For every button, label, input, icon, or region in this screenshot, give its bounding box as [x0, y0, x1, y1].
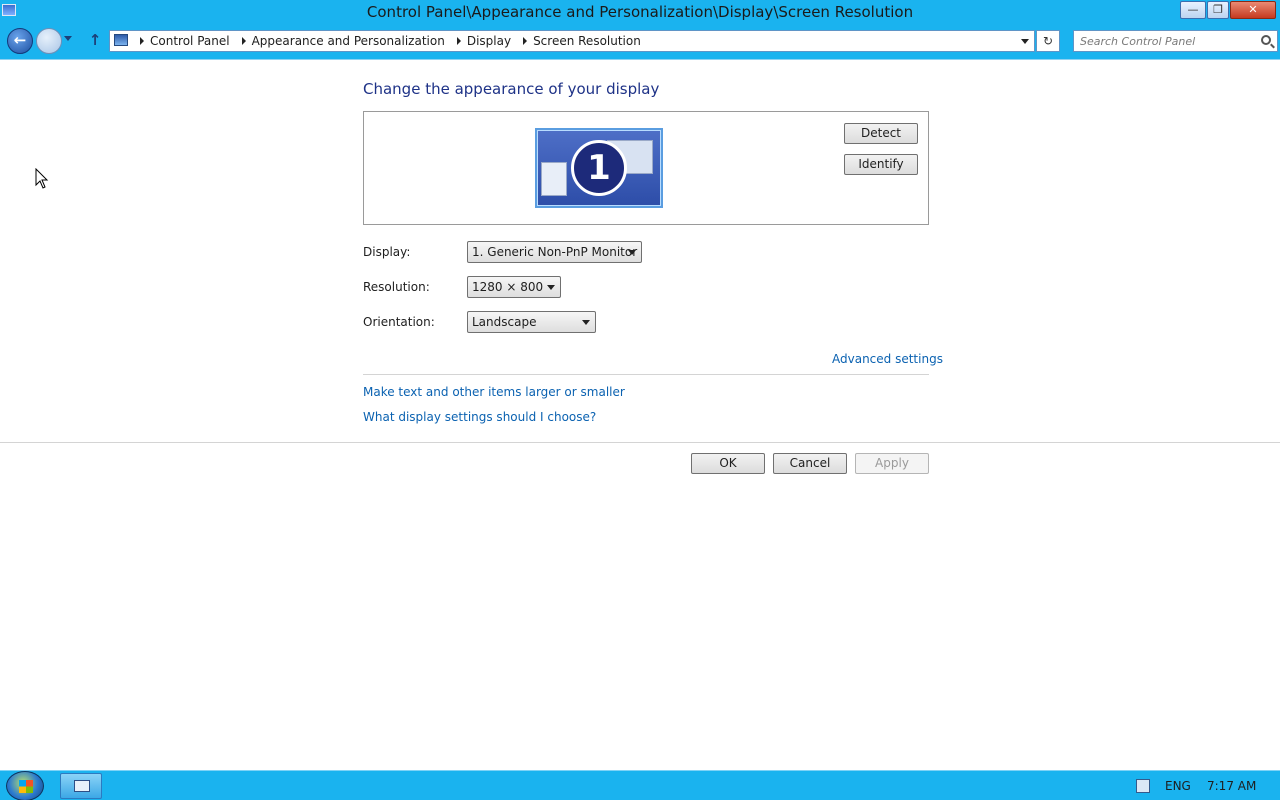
breadcrumb-separator-icon[interactable] [140, 36, 144, 45]
ok-button[interactable]: OK [691, 453, 765, 474]
identify-button[interactable]: Identify [844, 154, 918, 175]
resolution-select-value: 1280 × 800 [472, 280, 544, 294]
search-box[interactable] [1073, 30, 1278, 52]
up-button[interactable]: ↑ [87, 32, 103, 50]
minimize-button[interactable]: — [1180, 1, 1206, 19]
display-select[interactable]: 1. Generic Non-PnP Monitor [467, 241, 642, 263]
control-panel-icon [114, 34, 128, 46]
display-settings-icon [74, 780, 90, 792]
resolution-select[interactable]: 1280 × 800 [467, 276, 561, 298]
chevron-down-icon [628, 250, 636, 255]
advanced-settings-link[interactable]: Advanced settings [832, 352, 943, 366]
text-size-link[interactable]: Make text and other items larger or smal… [363, 385, 625, 399]
maximize-button[interactable]: ❐ [1207, 1, 1229, 19]
search-icon[interactable] [1261, 35, 1271, 45]
orientation-select[interactable]: Landscape [467, 311, 596, 333]
address-bar[interactable]: Control Panel Appearance and Personalizat… [109, 30, 1035, 52]
back-button[interactable]: ← [7, 28, 33, 54]
network-icon[interactable] [1136, 779, 1150, 793]
breadcrumb-screen-resolution[interactable]: Screen Resolution [533, 34, 641, 48]
refresh-button[interactable]: ↻ [1036, 30, 1060, 52]
cancel-button[interactable]: Cancel [773, 453, 847, 474]
chevron-down-icon [547, 285, 555, 290]
display-help-link[interactable]: What display settings should I choose? [363, 410, 596, 424]
navigation-bar: ← ↑ Control Panel Appearance and Personal… [0, 24, 1280, 60]
breadcrumb-separator-icon[interactable] [241, 36, 246, 45]
chevron-down-icon [582, 320, 590, 325]
footer-divider [0, 442, 1280, 443]
breadcrumb-display[interactable]: Display [467, 34, 511, 48]
display-select-value: 1. Generic Non-PnP Monitor [472, 245, 638, 259]
breadcrumb: Control Panel Appearance and Personalizat… [136, 34, 649, 48]
breadcrumb-separator-icon[interactable] [523, 36, 528, 45]
search-input[interactable] [1080, 33, 1250, 49]
cursor-shape [35, 168, 49, 189]
resolution-label: Resolution: [363, 280, 430, 294]
monitor-number-badge: 1 [571, 140, 627, 196]
close-button[interactable]: ✕ [1230, 1, 1276, 19]
detect-button[interactable]: Detect [844, 123, 918, 144]
apply-button[interactable]: Apply [855, 453, 929, 474]
window-title: Control Panel\Appearance and Personaliza… [366, 3, 914, 21]
page-title: Change the appearance of your display [363, 80, 660, 98]
windows-logo-icon [19, 780, 33, 793]
start-button[interactable] [6, 771, 44, 800]
breadcrumb-control-panel[interactable]: Control Panel [150, 34, 230, 48]
forward-button[interactable] [36, 28, 62, 54]
orientation-select-value: Landscape [472, 315, 537, 329]
orientation-label: Orientation: [363, 315, 435, 329]
recent-locations-arrow-icon[interactable] [64, 36, 72, 41]
language-indicator[interactable]: ENG [1165, 779, 1191, 793]
breadcrumb-separator-icon[interactable] [456, 36, 461, 45]
taskbar-item-screen-resolution[interactable] [60, 773, 102, 799]
divider [363, 374, 929, 375]
clock[interactable]: 7:17 AM [1207, 779, 1256, 793]
monitor-arrangement-panel: 1 Detect Identify [363, 111, 929, 225]
monitor-1-tile[interactable]: 1 [535, 128, 663, 208]
address-dropdown-icon[interactable] [1021, 39, 1029, 44]
title-bar: Control Panel\Appearance and Personaliza… [0, 0, 1280, 24]
display-label: Display: [363, 245, 411, 259]
window-thumbnail-icon [541, 162, 567, 196]
breadcrumb-appearance[interactable]: Appearance and Personalization [252, 34, 445, 48]
taskbar: ENG 7:17 AM [0, 770, 1280, 800]
